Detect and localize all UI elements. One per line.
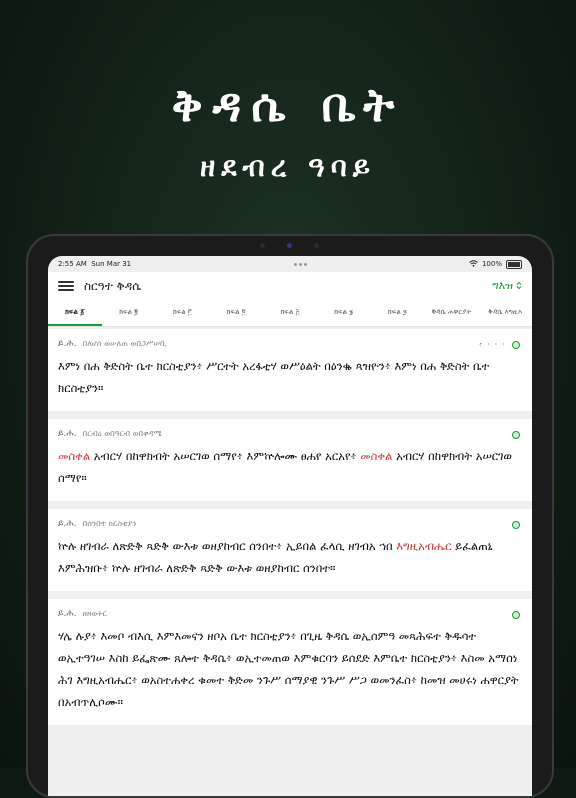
tab-part-1[interactable]: ክፍል ፩ — [48, 300, 102, 326]
speaker-label: ይ.ሕ. — [58, 339, 77, 349]
prayer-card[interactable]: ይ.ሕ. በሰንበተ ክርስቲያን ኵሉ ዘገብራ ለጽድቅ ጻድቅ ውእቱ ወዘያ… — [48, 509, 532, 591]
tab-part-3[interactable]: ክፍል ፫ — [156, 300, 210, 326]
tab-part-7[interactable]: ክፍል ፯ — [371, 300, 425, 326]
chevron-updown-icon — [516, 280, 522, 293]
card-extra: ፥ ፡ ፡ ፡ — [478, 341, 506, 348]
prayer-text: እምነ በሐ ቅድስት ቤተ ክርስቲያን፥ ሥርተት አረፋቲሃ ወሥዕልት … — [58, 355, 522, 399]
battery-icon — [505, 259, 522, 269]
bookmark-icon[interactable] — [512, 431, 520, 439]
hero-subtitle: ዘደብረ ዓባይ — [200, 150, 376, 183]
language-label: ግእዝ — [492, 279, 513, 292]
prayer-card[interactable]: ይ.ሕ. በለሆሰ ወሠለጠ ወበጋሥሠቢ ፥ ፡ ፡ ፡ እምነ በሐ ቅድስት ቤ… — [48, 329, 532, 411]
prayer-card[interactable]: ይ.ሕ. ዘዘወትር ሃሌ ሉያ፥ እመቦ ብእሲ እምእመናን ዘቦአ ቤተ ክር… — [48, 599, 532, 725]
tab-part-2[interactable]: ክፍል ፪ — [102, 300, 156, 326]
prayer-text: ኵሉ ዘገብራ ለጽድቅ ጻድቅ ውእቱ ወዘያከብር ሰንበተ፥ ኢይበል ፈ… — [58, 535, 522, 579]
tab-lord-anaphora[interactable]: ቅዳሴ እግዚእ — [478, 300, 532, 326]
bookmark-icon[interactable] — [512, 341, 520, 349]
language-selector[interactable]: ግእዝ — [492, 279, 522, 293]
app-screen: 2:55 AM Sun Mar 31 100% ስርዓተ ቅዳሴ ግእዝ ክፍል… — [48, 256, 532, 796]
speaker-label: ይ.ሕ. — [58, 519, 77, 529]
text-segment: ኵሉ ዘገብራ ለጽድቅ ጻድቅ ውእቱ ወዘያከብር ሰንበተ፥ ኢይበል ፈ… — [58, 539, 397, 553]
card-note: ዘዘወትር — [82, 609, 108, 618]
card-header: ይ.ሕ. በሰንበተ ክርስቲያን — [58, 519, 522, 529]
status-bar: 2:55 AM Sun Mar 31 100% — [48, 256, 532, 272]
text-segment: እምነ በሐ ቅድስት ቤተ ክርስቲያን፥ ሥርተት አረፋቲሃ ወሥዕልት … — [58, 359, 490, 395]
text-segment: ሃሌ ሉያ፥ እመቦ ብእሲ እምእመናን ዘቦአ ቤተ ክርስቲያን፥ በጊዜ… — [58, 629, 519, 709]
card-header: ይ.ሕ. ዘዘወትር — [58, 609, 522, 619]
wifi-icon — [469, 259, 478, 269]
prayer-card[interactable]: ይ.ሕ. በርብዕ ወበዓርብ ወበቀዳሜ መስቀል አብርሃ በከዋክብት አሠር… — [48, 419, 532, 501]
text-segment: አብርሃ በከዋክብት አሠርገወ ሰማየ፥ እምኵሎሙ ፀሐየ አርአየ፥ — [90, 449, 361, 463]
multitask-dots[interactable] — [293, 262, 307, 266]
card-header: ይ.ሕ. በለሆሰ ወሠለጠ ወበጋሥሠቢ — [58, 339, 522, 349]
card-note: በርብዕ ወበዓርብ ወበቀዳሜ — [82, 429, 162, 438]
highlighted-word: መስቀል — [360, 449, 393, 463]
card-header: ይ.ሕ. በርብዕ ወበዓርብ ወበቀዳሜ — [58, 429, 522, 439]
prayer-text: ሃሌ ሉያ፥ እመቦ ብእሲ እምእመናን ዘቦአ ቤተ ክርስቲያን፥ በጊዜ… — [58, 625, 522, 713]
tab-part-5[interactable]: ክፍል ፭ — [263, 300, 317, 326]
hero-title: ቅዳሴ ቤት — [171, 78, 405, 132]
bookmark-icon[interactable] — [512, 521, 520, 529]
camera-bar — [260, 243, 320, 249]
highlighted-word: እግዚአብሔር — [396, 539, 452, 553]
speaker-label: ይ.ሕ. — [58, 429, 77, 439]
tablet-frame: 2:55 AM Sun Mar 31 100% ስርዓተ ቅዳሴ ግእዝ ክፍል… — [26, 234, 554, 798]
prayer-list: ይ.ሕ. በለሆሰ ወሠለጠ ወበጋሥሠቢ ፥ ፡ ፡ ፡ እምነ በሐ ቅድስት ቤ… — [48, 329, 532, 725]
status-time: 2:55 AM — [58, 260, 87, 268]
bookmark-icon[interactable] — [512, 611, 520, 619]
card-note: በሰንበተ ክርስቲያን — [82, 519, 137, 528]
battery-percent: 100% — [481, 260, 502, 268]
page-title: ስርዓተ ቅዳሴ — [84, 278, 142, 293]
tab-part-4[interactable]: ክፍል ፬ — [209, 300, 263, 326]
section-tabs: ክፍል ፩ ክፍል ፪ ክፍል ፫ ክፍል ፬ ክፍል ፭ ክፍል ፮ ክፍል … — [48, 300, 532, 327]
highlighted-word: መስቀል — [58, 449, 91, 463]
menu-icon[interactable] — [58, 281, 74, 291]
speaker-label: ይ.ሕ. — [58, 609, 77, 619]
prayer-text: መስቀል አብርሃ በከዋክብት አሠርገወ ሰማየ፥ እምኵሎሙ ፀሐየ አር… — [58, 445, 522, 489]
card-note: በለሆሰ ወሠለጠ ወበጋሥሠቢ — [82, 339, 167, 348]
tab-apostles-anaphora[interactable]: ቅዳሴ ሐዋርያት — [424, 300, 478, 326]
tab-part-6[interactable]: ክፍል ፮ — [317, 300, 371, 326]
top-navbar: ስርዓተ ቅዳሴ ግእዝ — [48, 272, 532, 300]
status-date: Sun Mar 31 — [91, 260, 132, 268]
